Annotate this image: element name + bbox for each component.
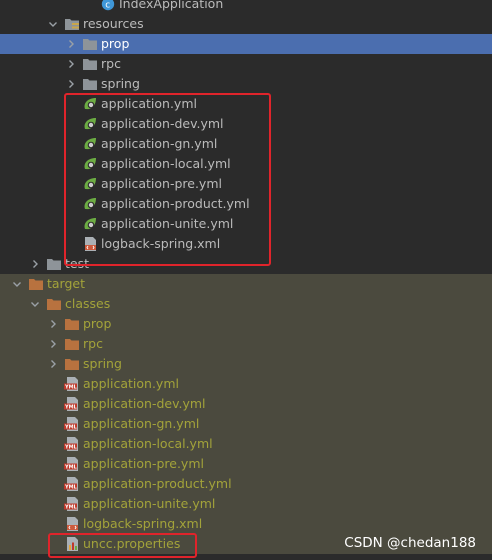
tree-item-label: target: [47, 276, 86, 291]
chevron-right-icon[interactable]: [46, 334, 60, 354]
chevron-right-icon[interactable]: [64, 34, 78, 54]
highlight-box-uncc: [48, 533, 197, 558]
tree-row-target[interactable]: target: [0, 274, 492, 294]
tree-item-label: application-pre.yml: [83, 456, 204, 471]
excluded-folder-icon: [64, 357, 80, 371]
tree-row-index-application[interactable]: IndexApplication: [0, 0, 492, 14]
yml-file-icon: [64, 417, 80, 431]
java-class-icon: [101, 0, 117, 11]
chevron-right-icon[interactable]: [28, 254, 42, 274]
tree-item-label: spring: [101, 76, 140, 91]
xml-file-icon: [64, 517, 80, 531]
highlight-box-resources: [64, 93, 271, 266]
excluded-folder-icon: [64, 337, 80, 351]
tree-item-label: application-dev.yml: [83, 396, 206, 411]
chevron-right-icon[interactable]: [46, 314, 60, 334]
tree-row-classes-file[interactable]: logback-spring.xml: [0, 514, 492, 534]
tree-item-label: IndexApplication: [119, 0, 224, 11]
chevron-right-icon[interactable]: [64, 54, 78, 74]
tree-row-classes-file[interactable]: application-local.yml: [0, 434, 492, 454]
resources-folder-icon: [64, 17, 80, 31]
excluded-folder-icon: [28, 277, 44, 291]
tree-row-classes-file[interactable]: application.yml: [0, 374, 492, 394]
folder-icon: [46, 257, 62, 271]
yml-file-icon: [64, 497, 80, 511]
yml-file-icon: [64, 457, 80, 471]
tree-row-classes-file[interactable]: application-unite.yml: [0, 494, 492, 514]
tree-item-label: rpc: [83, 336, 103, 351]
tree-row-classes-rpc[interactable]: rpc: [0, 334, 492, 354]
tree-row-classes-file[interactable]: application-dev.yml: [0, 394, 492, 414]
tree-item-label: rpc: [101, 56, 121, 71]
chevron-down-icon[interactable]: [28, 294, 42, 314]
tree-item-label: application-gn.yml: [83, 416, 200, 431]
tree-row-resources[interactable]: resources: [0, 14, 492, 34]
chevron-right-icon[interactable]: [46, 354, 60, 374]
project-tree: IndexApplication resources prop rpc spri…: [0, 0, 492, 554]
excluded-folder-icon: [46, 297, 62, 311]
yml-file-icon: [64, 377, 80, 391]
tree-item-label: application-product.yml: [83, 476, 232, 491]
tree-row-classes-file[interactable]: application-product.yml: [0, 474, 492, 494]
tree-item-label: classes: [65, 296, 111, 311]
tree-item-label: prop: [101, 36, 130, 51]
tree-item-label: logback-spring.xml: [83, 516, 203, 531]
folder-icon: [82, 57, 98, 71]
tree-item-label: prop: [83, 316, 112, 331]
tree-item-label: application-local.yml: [83, 436, 213, 451]
tree-item-label: application-unite.yml: [83, 496, 216, 511]
folder-icon: [82, 77, 98, 91]
excluded-folder-icon: [64, 317, 80, 331]
tree-row-classes-file[interactable]: application-pre.yml: [0, 454, 492, 474]
yml-file-icon: [64, 477, 80, 491]
watermark: CSDN @chedan188: [344, 535, 476, 551]
yml-file-icon: [64, 397, 80, 411]
folder-icon: [82, 37, 98, 51]
tree-row-classes-file[interactable]: application-gn.yml: [0, 414, 492, 434]
chevron-down-icon[interactable]: [46, 14, 60, 34]
tree-row-rpc[interactable]: rpc: [0, 54, 492, 74]
tree-row-prop[interactable]: prop: [0, 34, 492, 54]
tree-row-classes-spring[interactable]: spring: [0, 354, 492, 374]
tree-item-label: resources: [83, 16, 144, 31]
tree-item-label: spring: [83, 356, 122, 371]
chevron-right-icon[interactable]: [64, 74, 78, 94]
chevron-down-icon[interactable]: [10, 274, 24, 294]
tree-row-classes-prop[interactable]: prop: [0, 314, 492, 334]
yml-file-icon: [64, 437, 80, 451]
tree-row-classes[interactable]: classes: [0, 294, 492, 314]
tree-item-label: application.yml: [83, 376, 179, 391]
tree-row-spring[interactable]: spring: [0, 74, 492, 94]
